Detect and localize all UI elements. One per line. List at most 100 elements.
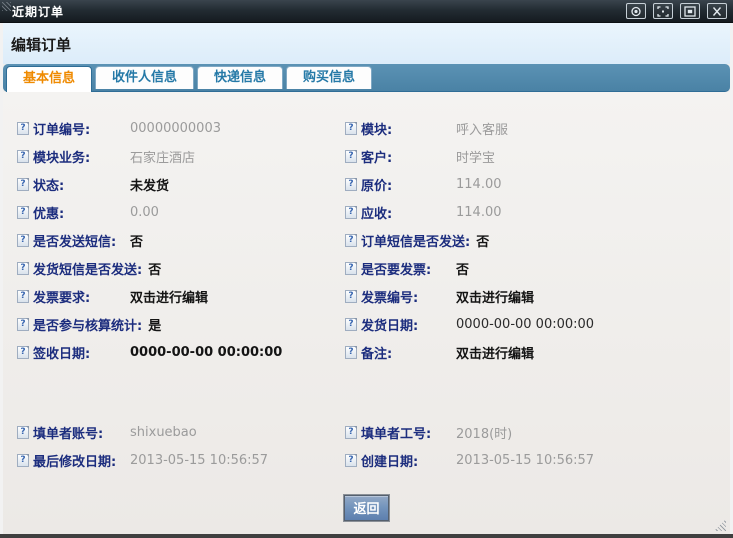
field-value: 2018(时) [456, 423, 512, 442]
form-row: ? 发货短信是否发送: 否 ? 是否要发票: 否 [17, 254, 730, 282]
field-label: 是否参与核算统计: [33, 315, 148, 334]
form-field: ? 模块: 呼入客服 [345, 119, 730, 138]
tab-basic-info[interactable]: 基本信息 [6, 66, 92, 92]
field-label: 最后修改日期: [33, 451, 130, 470]
field-value: 2013-05-15 10:56:57 [130, 453, 268, 468]
form-field: ? 应收: 114.00 [345, 203, 730, 222]
help-icon[interactable]: ? [345, 454, 357, 467]
titlebar: 近期订单 [0, 0, 733, 23]
field-label: 发货日期: [361, 315, 456, 334]
field-value: shixuebao [130, 425, 197, 440]
field-label: 优惠: [33, 203, 130, 222]
fullscreen-icon [657, 6, 669, 17]
help-icon[interactable]: ? [17, 290, 29, 303]
help-icon[interactable]: ? [17, 318, 29, 331]
form-section-main: ? 订单编号: 00000000003 ? 模块: 呼入客服 ? 模块业务: 石… [17, 114, 730, 366]
form-field: ? 发货短信是否发送: 否 [17, 259, 345, 278]
field-value[interactable]: 否 [148, 259, 161, 278]
window-controls [626, 3, 733, 19]
field-label: 是否要发票: [361, 259, 456, 278]
field-value[interactable]: 0000-00-00 00:00:00 [130, 345, 282, 360]
help-icon[interactable]: ? [345, 150, 357, 163]
field-label: 原价: [361, 175, 456, 194]
field-value[interactable]: 否 [456, 259, 469, 278]
window-bottom-border [0, 534, 733, 538]
form-row: ? 填单者账号: shixuebao ? 填单者工号: 2018(时) [17, 418, 730, 446]
field-label: 填单者账号: [33, 423, 130, 442]
help-icon[interactable]: ? [345, 234, 357, 247]
help-icon[interactable]: ? [17, 206, 29, 219]
field-value: 00000000003 [130, 121, 221, 136]
tab-purchase-info[interactable]: 购买信息 [286, 66, 372, 89]
record-circle-icon [630, 6, 642, 17]
help-icon[interactable]: ? [17, 346, 29, 359]
form-field: ? 订单编号: 00000000003 [17, 119, 345, 138]
form-field: ? 填单者账号: shixuebao [17, 423, 345, 442]
field-label: 客户: [361, 147, 456, 166]
help-icon[interactable]: ? [17, 234, 29, 247]
form-row: ? 是否发送短信: 否 ? 订单短信是否发送: 否 [17, 226, 730, 254]
page-header: 编辑订单 [3, 23, 730, 64]
field-label: 应收: [361, 203, 456, 222]
field-value[interactable]: 0000-00-00 00:00:00 [456, 317, 594, 332]
help-icon[interactable]: ? [17, 262, 29, 275]
field-label: 发票要求: [33, 287, 130, 306]
field-label: 订单编号: [33, 119, 130, 138]
help-icon[interactable]: ? [17, 426, 29, 439]
help-icon[interactable]: ? [345, 290, 357, 303]
field-value[interactable]: 双击进行编辑 [130, 287, 208, 306]
help-icon[interactable]: ? [345, 426, 357, 439]
order-edit-window: 近期订单 [0, 0, 733, 538]
help-icon[interactable]: ? [345, 346, 357, 359]
tab-panel-basic-info: ? 订单编号: 00000000003 ? 模块: 呼入客服 ? 模块业务: 石… [3, 92, 730, 534]
form-row: ? 签收日期: 0000-00-00 00:00:00 ? 备注: 双击进行编辑 [17, 338, 730, 366]
restore-button[interactable] [680, 3, 700, 19]
tab-strip: 基本信息 收件人信息 快递信息 购买信息 [3, 64, 730, 92]
field-label: 模块: [361, 119, 456, 138]
field-value[interactable]: 是 [148, 315, 161, 334]
help-icon[interactable]: ? [17, 454, 29, 467]
help-icon[interactable]: ? [345, 206, 357, 219]
help-icon[interactable]: ? [17, 122, 29, 135]
titlebar-resize-grip[interactable] [2, 2, 11, 11]
form-field: ? 状态: 未发货 [17, 175, 345, 194]
field-value[interactable]: 双击进行编辑 [456, 343, 534, 362]
form-field: ? 是否参与核算统计: 是 [17, 315, 345, 334]
field-value[interactable]: 否 [476, 231, 489, 250]
circle-button[interactable] [626, 3, 646, 19]
field-value[interactable]: 双击进行编辑 [456, 287, 534, 306]
help-icon[interactable]: ? [345, 262, 357, 275]
tab-express-info[interactable]: 快递信息 [197, 66, 283, 89]
help-icon[interactable]: ? [345, 122, 357, 135]
form-field: ? 订单短信是否发送: 否 [345, 231, 730, 250]
form-row: ? 是否参与核算统计: 是 ? 发货日期: 0000-00-00 00:00:0… [17, 310, 730, 338]
field-label: 订单短信是否发送: [361, 231, 476, 250]
help-icon[interactable]: ? [17, 178, 29, 191]
field-label: 发票编号: [361, 287, 456, 306]
form-field: ? 是否要发票: 否 [345, 259, 730, 278]
field-value[interactable]: 否 [130, 231, 143, 250]
form-field: ? 模块业务: 石家庄酒店 [17, 147, 345, 166]
close-icon [711, 6, 723, 17]
field-value: 2013-05-15 10:56:57 [456, 453, 594, 468]
page-title: 编辑订单 [11, 36, 71, 54]
window-body: 编辑订单 基本信息 收件人信息 快递信息 购买信息 ? 订单编号: 000000… [3, 23, 730, 534]
back-button[interactable]: 返回 [344, 495, 388, 521]
help-icon[interactable]: ? [345, 178, 357, 191]
help-icon[interactable]: ? [17, 150, 29, 163]
field-label: 状态: [33, 175, 130, 194]
form-field: ? 发票编号: 双击进行编辑 [345, 287, 730, 306]
tab-recipient-info[interactable]: 收件人信息 [95, 66, 194, 89]
fullscreen-button[interactable] [653, 3, 673, 19]
field-label: 发货短信是否发送: [33, 259, 148, 278]
field-value[interactable]: 未发货 [130, 175, 169, 194]
form-row: ? 模块业务: 石家庄酒店 ? 客户: 时学宝 [17, 142, 730, 170]
form-field: ? 发货日期: 0000-00-00 00:00:00 [345, 315, 730, 334]
field-label: 创建日期: [361, 451, 456, 470]
help-icon[interactable]: ? [345, 318, 357, 331]
form-field: ? 备注: 双击进行编辑 [345, 343, 730, 362]
form-field: ? 填单者工号: 2018(时) [345, 423, 730, 442]
field-label: 备注: [361, 343, 456, 362]
form-field: ? 优惠: 0.00 [17, 203, 345, 222]
close-button[interactable] [707, 3, 727, 19]
